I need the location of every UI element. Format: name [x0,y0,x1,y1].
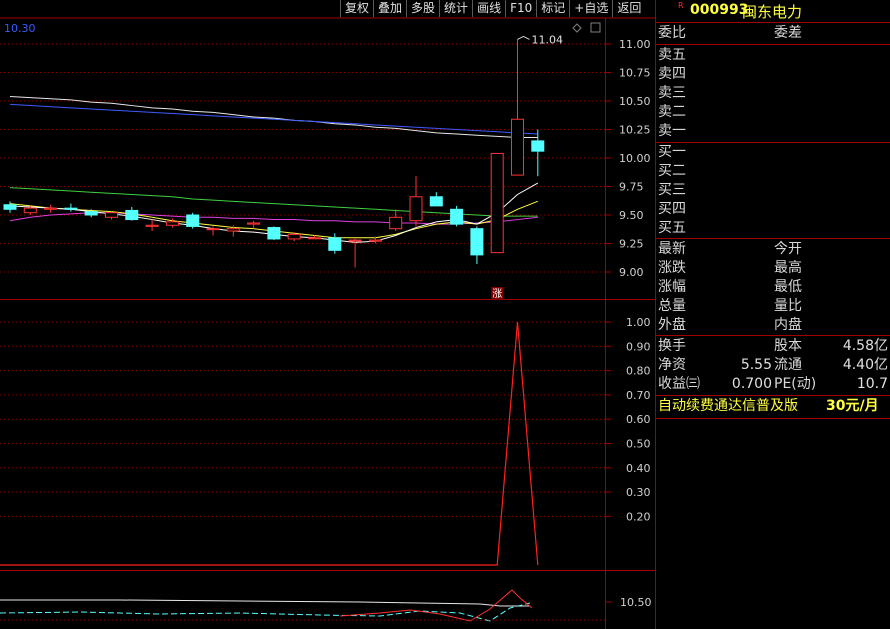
stock-name[interactable]: 闽东电力 [742,1,802,22]
price-axis: 11.00 10.75 10.50 10.25 10.00 9.75 9.50 9.25 9.0… [605,38,651,279]
sell-level-label: 卖四 [658,66,686,82]
price-tick-label: 9.25 [619,238,644,251]
candle-body [125,209,139,221]
candle-body [226,228,240,232]
peak-label: 11.04 [532,33,564,46]
indicator-tick-label: 0.20 [626,510,651,523]
buy-level-label: 买四 [658,201,686,217]
stat-label: 最高 [774,260,802,276]
candle-body [206,228,220,231]
stat-label: 外盘 [658,317,686,333]
indicator-tick-label: 0.50 [626,438,651,451]
candle-body [165,221,179,226]
float-value: 4.40亿 [842,357,888,373]
candle-body [105,212,118,218]
sell-level-label: 卖三 [658,85,686,101]
price-tick-label: 10.75 [619,67,651,80]
share-capital-value: 4.58亿 [842,338,888,354]
candle-body [287,233,301,240]
buy-level-label: 买五 [658,220,686,236]
candle-body [389,216,403,230]
candlesticks [3,39,545,268]
price-tick-label: 11.00 [619,38,651,51]
indicator-grid [0,321,605,517]
stat-label: 内盘 [774,317,802,333]
wei-cha-label: 委差 [774,25,802,41]
candle-body [490,152,504,254]
indicator-tick-label: 1.00 [626,316,651,329]
r-badge: R [678,1,684,10]
price-tick-label: 9.50 [619,209,644,222]
price-tick-label: 10.00 [619,152,651,165]
stat-label: 最新 [658,241,686,257]
pe-value: 10.7 [856,376,888,392]
promo-price[interactable]: 30元/月 [826,397,879,416]
net-asset-value: 5.55 [740,357,772,373]
candle-body [308,237,321,240]
limit-up-marker: 涨 [491,287,504,300]
candle-body [328,237,342,251]
stat-label: 涨跌 [658,260,686,276]
indicator-tick-label: 0.60 [626,413,651,426]
candle-body [23,207,37,214]
sell-level-label: 卖二 [658,104,686,120]
promo-text[interactable]: 自动续费通达信普及版 [658,397,798,416]
quote-panel: R 000993 闽东电力 委比 委差 卖五卖四卖三卖二卖一 买一买二买三买四买… [656,0,890,629]
price-tick-label: 9.75 [619,181,644,194]
net-asset-label: 净资 [658,357,686,373]
price-tick-label: 10.25 [619,124,651,137]
candle-body [186,214,200,227]
stock-code: 000993 [690,2,749,18]
indicator-tick-label: 0.40 [626,462,651,475]
bottom-axis-tick: 10.50 [620,596,652,609]
diamond-icon[interactable] [572,23,582,33]
share-capital-label: 股本 [774,338,802,354]
candle-body [470,228,484,256]
indicator-tick-label: 0.90 [626,340,651,353]
indicator-tick-label: 0.30 [626,486,651,499]
candle-body [409,196,423,222]
svg-text:涨: 涨 [492,288,502,300]
eps-value: 0.700 [731,376,772,392]
stat-label: 最低 [774,279,802,295]
buy-level-label: 买二 [658,163,686,179]
candle-body [64,207,78,210]
indicator-axis: 1.00 0.90 0.80 0.70 0.60 0.50 0.40 0.30 0.20 [605,316,651,523]
moving-average-line [9,95,538,138]
top-left-value: 10.30 [4,22,36,35]
wei-bi-label: 委比 [658,25,686,41]
indicator-tick-label: 0.80 [626,365,651,378]
kline-chart-area[interactable]: 10.30 11.00 10.75 10.50 10.25 10.00 9.75 9.50 9… [0,0,656,629]
candle-body [429,196,443,207]
turnover-label: 换手 [658,338,686,354]
indicator-tick-label: 0.70 [626,389,651,402]
candle-body [511,118,524,176]
buy-level-label: 买三 [658,182,686,198]
stat-label: 总量 [658,298,686,314]
candle-body [267,227,281,240]
stat-label: 今开 [774,241,802,257]
buy-level-label: 买一 [658,144,686,160]
price-tick-label: 9.00 [619,266,644,279]
moving-average-line [9,103,538,135]
stat-label: 量比 [774,298,802,314]
price-tick-label: 10.50 [619,95,651,108]
eps-label: 收益㈢ [658,376,700,392]
candle-body [531,140,545,152]
candle-body [3,204,17,210]
pe-label: PE(动) [774,376,817,392]
sell-level-label: 卖五 [658,47,686,63]
candle-body [368,239,382,242]
candle-body [145,224,159,227]
expand-icon[interactable] [590,22,601,33]
candle-body [348,239,362,242]
candle-body [247,222,261,225]
bottom-indicator-strip [0,589,605,622]
sell-level-label: 卖一 [658,123,686,139]
candle-body [84,211,98,216]
candle-body [450,208,464,225]
float-label: 流通 [774,357,802,373]
stat-label: 涨幅 [658,279,686,295]
candle-body [44,207,58,210]
